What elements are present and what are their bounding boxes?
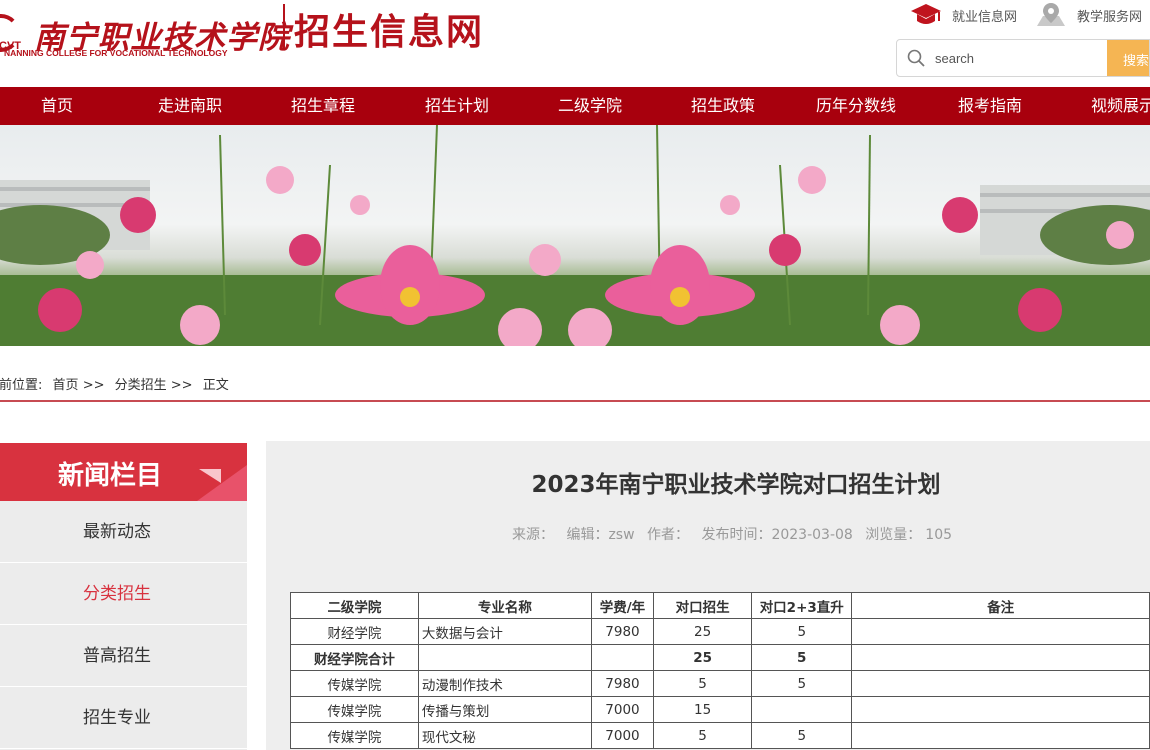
news-sidebar: 新闻栏目 最新动态 分类招生 普高招生 招生专业 <box>0 443 247 750</box>
sidebar-item-majors[interactable]: 招生专业 <box>0 687 247 749</box>
col-quota: 对口招生 <box>653 592 753 619</box>
logo-divider <box>283 4 285 48</box>
cell-college: 财经学院 <box>290 618 419 645</box>
top-link-label: 教学服务网 <box>1077 9 1143 25</box>
cell-note <box>851 722 1150 749</box>
cell-major: 大数据与会计 <box>417 618 592 645</box>
enrollment-plan-table: 二级学院 专业名称 学费/年 对口招生 对口2+3直升 备注 财经学院 大数据与… <box>290 592 1150 749</box>
meta-editor: 编辑：zsw <box>566 527 635 543</box>
breadcrumb-divider <box>0 400 1150 402</box>
table-row-subtotal: 财经学院合计 25 5 <box>290 644 1150 671</box>
cell-college: 传媒学院 <box>290 696 419 723</box>
article-title: 2023年南宁职业技术学院对口招生计划 <box>531 472 941 498</box>
table-row: 传媒学院 动漫制作技术 7980 5 5 <box>290 670 1150 697</box>
cell-quota: 5 <box>653 670 753 697</box>
cell-fee: 7980 <box>590 618 655 645</box>
cell-quota: 25 <box>653 618 753 645</box>
cell-note <box>851 644 1150 671</box>
cell-fee: 7000 <box>590 696 655 723</box>
col-fee: 学费/年 <box>590 592 655 619</box>
cell-fee <box>590 644 655 671</box>
nav-item-home[interactable]: 首页 <box>41 87 73 125</box>
site-header: CVT 南宁职业技术学院 NANNING COLLEGE FOR VOCATIO… <box>0 0 1150 87</box>
map-pin-icon <box>1037 3 1066 26</box>
search-button[interactable]: 搜索 <box>1107 40 1149 76</box>
graduation-cap-icon <box>911 4 941 24</box>
cell-direct: 5 <box>751 670 853 697</box>
cell-quota: 25 <box>653 644 753 671</box>
sidebar-title-text: 新闻栏目 <box>58 461 163 491</box>
sidebar-item-general[interactable]: 普高招生 <box>0 625 247 687</box>
search-icon[interactable] <box>897 49 935 67</box>
sidebar-item-category[interactable]: 分类招生 <box>0 563 247 625</box>
nav-item-video[interactable]: 视频展示 <box>1091 87 1150 125</box>
nav-item-charter[interactable]: 招生章程 <box>291 87 355 125</box>
meta-views: 105 <box>925 527 953 543</box>
cell-major <box>417 644 592 671</box>
nav-item-policy[interactable]: 招生政策 <box>691 87 755 125</box>
top-link-employment[interactable]: 就业信息网 <box>910 2 1017 28</box>
meta-source: 来源： <box>512 527 554 543</box>
sidebar-item-latest[interactable]: 最新动态 <box>0 501 247 563</box>
cell-direct: 5 <box>751 722 853 749</box>
top-links: 就业信息网 教学服务网 <box>910 0 1150 30</box>
breadcrumb: 当前位置: 首页 >> 分类招生 >> 正文 <box>0 374 235 393</box>
cell-fee: 7000 <box>590 722 655 749</box>
search-input[interactable] <box>935 40 1105 76</box>
meta-published: 发布时间：2023-03-08 <box>701 527 853 543</box>
col-direct: 对口2+3直升 <box>751 592 853 619</box>
breadcrumb-prefix: 当前位置: <box>0 378 43 393</box>
nav-item-guide[interactable]: 报考指南 <box>958 87 1022 125</box>
cell-direct: 5 <box>751 618 853 645</box>
cell-college: 传媒学院 <box>290 722 419 749</box>
article-panel: 2023年南宁职业技术学院对口招生计划 来源： 编辑：zsw 作者： 发布时间：… <box>266 441 1150 750</box>
sidebar-title: 新闻栏目 <box>0 443 247 501</box>
table-row: 财经学院 大数据与会计 7980 25 5 <box>290 618 1150 645</box>
col-major: 专业名称 <box>417 592 592 619</box>
cell-note <box>851 670 1150 697</box>
logo-english-name: NANNING COLLEGE FOR VOCATIONAL TECHNOLOG… <box>4 48 228 58</box>
breadcrumb-separator: >> <box>170 378 193 393</box>
article-meta: 来源： 编辑：zsw 作者： 发布时间：2023-03-08 浏览量： 105 <box>512 524 960 544</box>
col-college: 二级学院 <box>290 592 419 619</box>
cell-note <box>851 618 1150 645</box>
breadcrumb-separator: >> <box>82 378 105 393</box>
cell-direct <box>751 696 853 723</box>
table-header-row: 二级学院 专业名称 学费/年 对口招生 对口2+3直升 备注 <box>290 592 1150 619</box>
cell-college: 财经学院合计 <box>290 644 419 671</box>
main-nav: 首页 走进南职 招生章程 招生计划 二级学院 招生政策 历年分数线 报考指南 视… <box>0 87 1150 125</box>
nav-item-scores[interactable]: 历年分数线 <box>816 87 896 125</box>
cell-fee: 7980 <box>590 670 655 697</box>
nav-item-plan[interactable]: 招生计划 <box>425 87 489 125</box>
logo-emblem-icon: CVT <box>0 14 21 52</box>
college-logo[interactable]: CVT 南宁职业技术学院 NANNING COLLEGE FOR VOCATIO… <box>0 12 289 62</box>
banner-flowers-illustration <box>0 125 1150 346</box>
top-link-teaching[interactable]: 教学服务网 <box>1035 2 1142 28</box>
table-row: 传媒学院 传播与策划 7000 15 <box>290 696 1150 723</box>
cell-college: 传媒学院 <box>290 670 419 697</box>
col-note: 备注 <box>851 592 1150 619</box>
table-row: 传媒学院 现代文秘 7000 5 5 <box>290 722 1150 749</box>
breadcrumb-home[interactable]: 首页 <box>53 378 79 393</box>
site-title: 招生信息网 <box>294 12 485 53</box>
breadcrumb-category[interactable]: 分类招生 <box>115 378 167 393</box>
cell-major: 动漫制作技术 <box>417 670 592 697</box>
search-box: 搜索 <box>896 39 1150 77</box>
banner-image <box>0 125 1150 346</box>
cell-major: 现代文秘 <box>417 722 592 749</box>
breadcrumb-current: 正文 <box>202 378 229 393</box>
nav-item-about[interactable]: 走进南职 <box>158 87 222 125</box>
cell-note <box>851 696 1150 723</box>
cell-major: 传播与策划 <box>417 696 592 723</box>
nav-item-colleges[interactable]: 二级学院 <box>558 87 622 125</box>
cell-direct: 5 <box>751 644 853 671</box>
meta-views-label: 浏览量： <box>865 527 922 543</box>
cell-quota: 5 <box>653 722 753 749</box>
top-link-label: 就业信息网 <box>952 9 1018 25</box>
meta-author: 作者： <box>647 527 689 543</box>
cell-quota: 15 <box>653 696 753 723</box>
